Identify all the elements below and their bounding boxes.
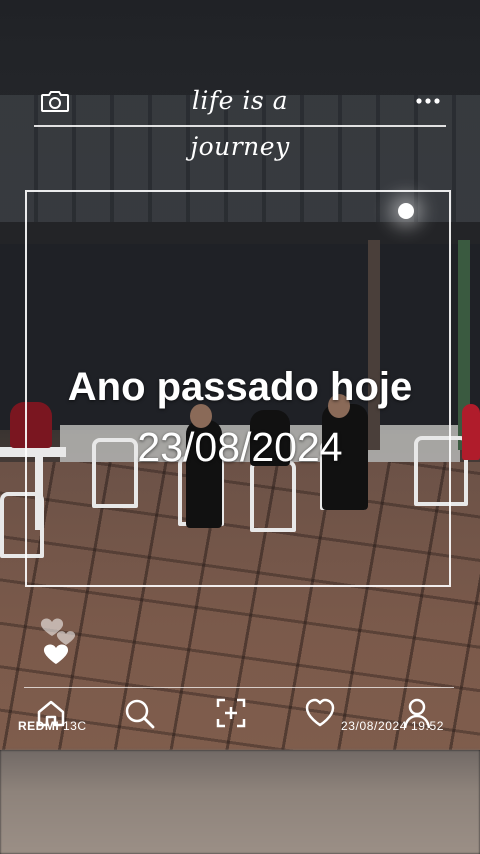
timestamp: 23/08/2024 19:52	[341, 719, 445, 733]
device-watermark: REDMI 13C	[18, 719, 87, 733]
hearts-icon	[40, 618, 76, 664]
search-icon[interactable]	[122, 696, 156, 730]
watermark-brand: REDMI	[18, 719, 60, 733]
heart-icon[interactable]	[303, 696, 337, 730]
add-icon[interactable]	[214, 696, 248, 730]
watermark-model: 13C	[59, 719, 87, 733]
camera-icon[interactable]	[40, 88, 70, 114]
memory-caption: Ano passado hoje	[67, 365, 413, 409]
header-title: life is a journey	[190, 86, 290, 161]
more-dots-icon[interactable]	[414, 94, 442, 108]
memory-date: 23/08/2024	[137, 424, 343, 470]
header-divider	[34, 125, 446, 127]
blurred-bottom-area	[0, 750, 480, 854]
footer-divider	[24, 687, 454, 688]
